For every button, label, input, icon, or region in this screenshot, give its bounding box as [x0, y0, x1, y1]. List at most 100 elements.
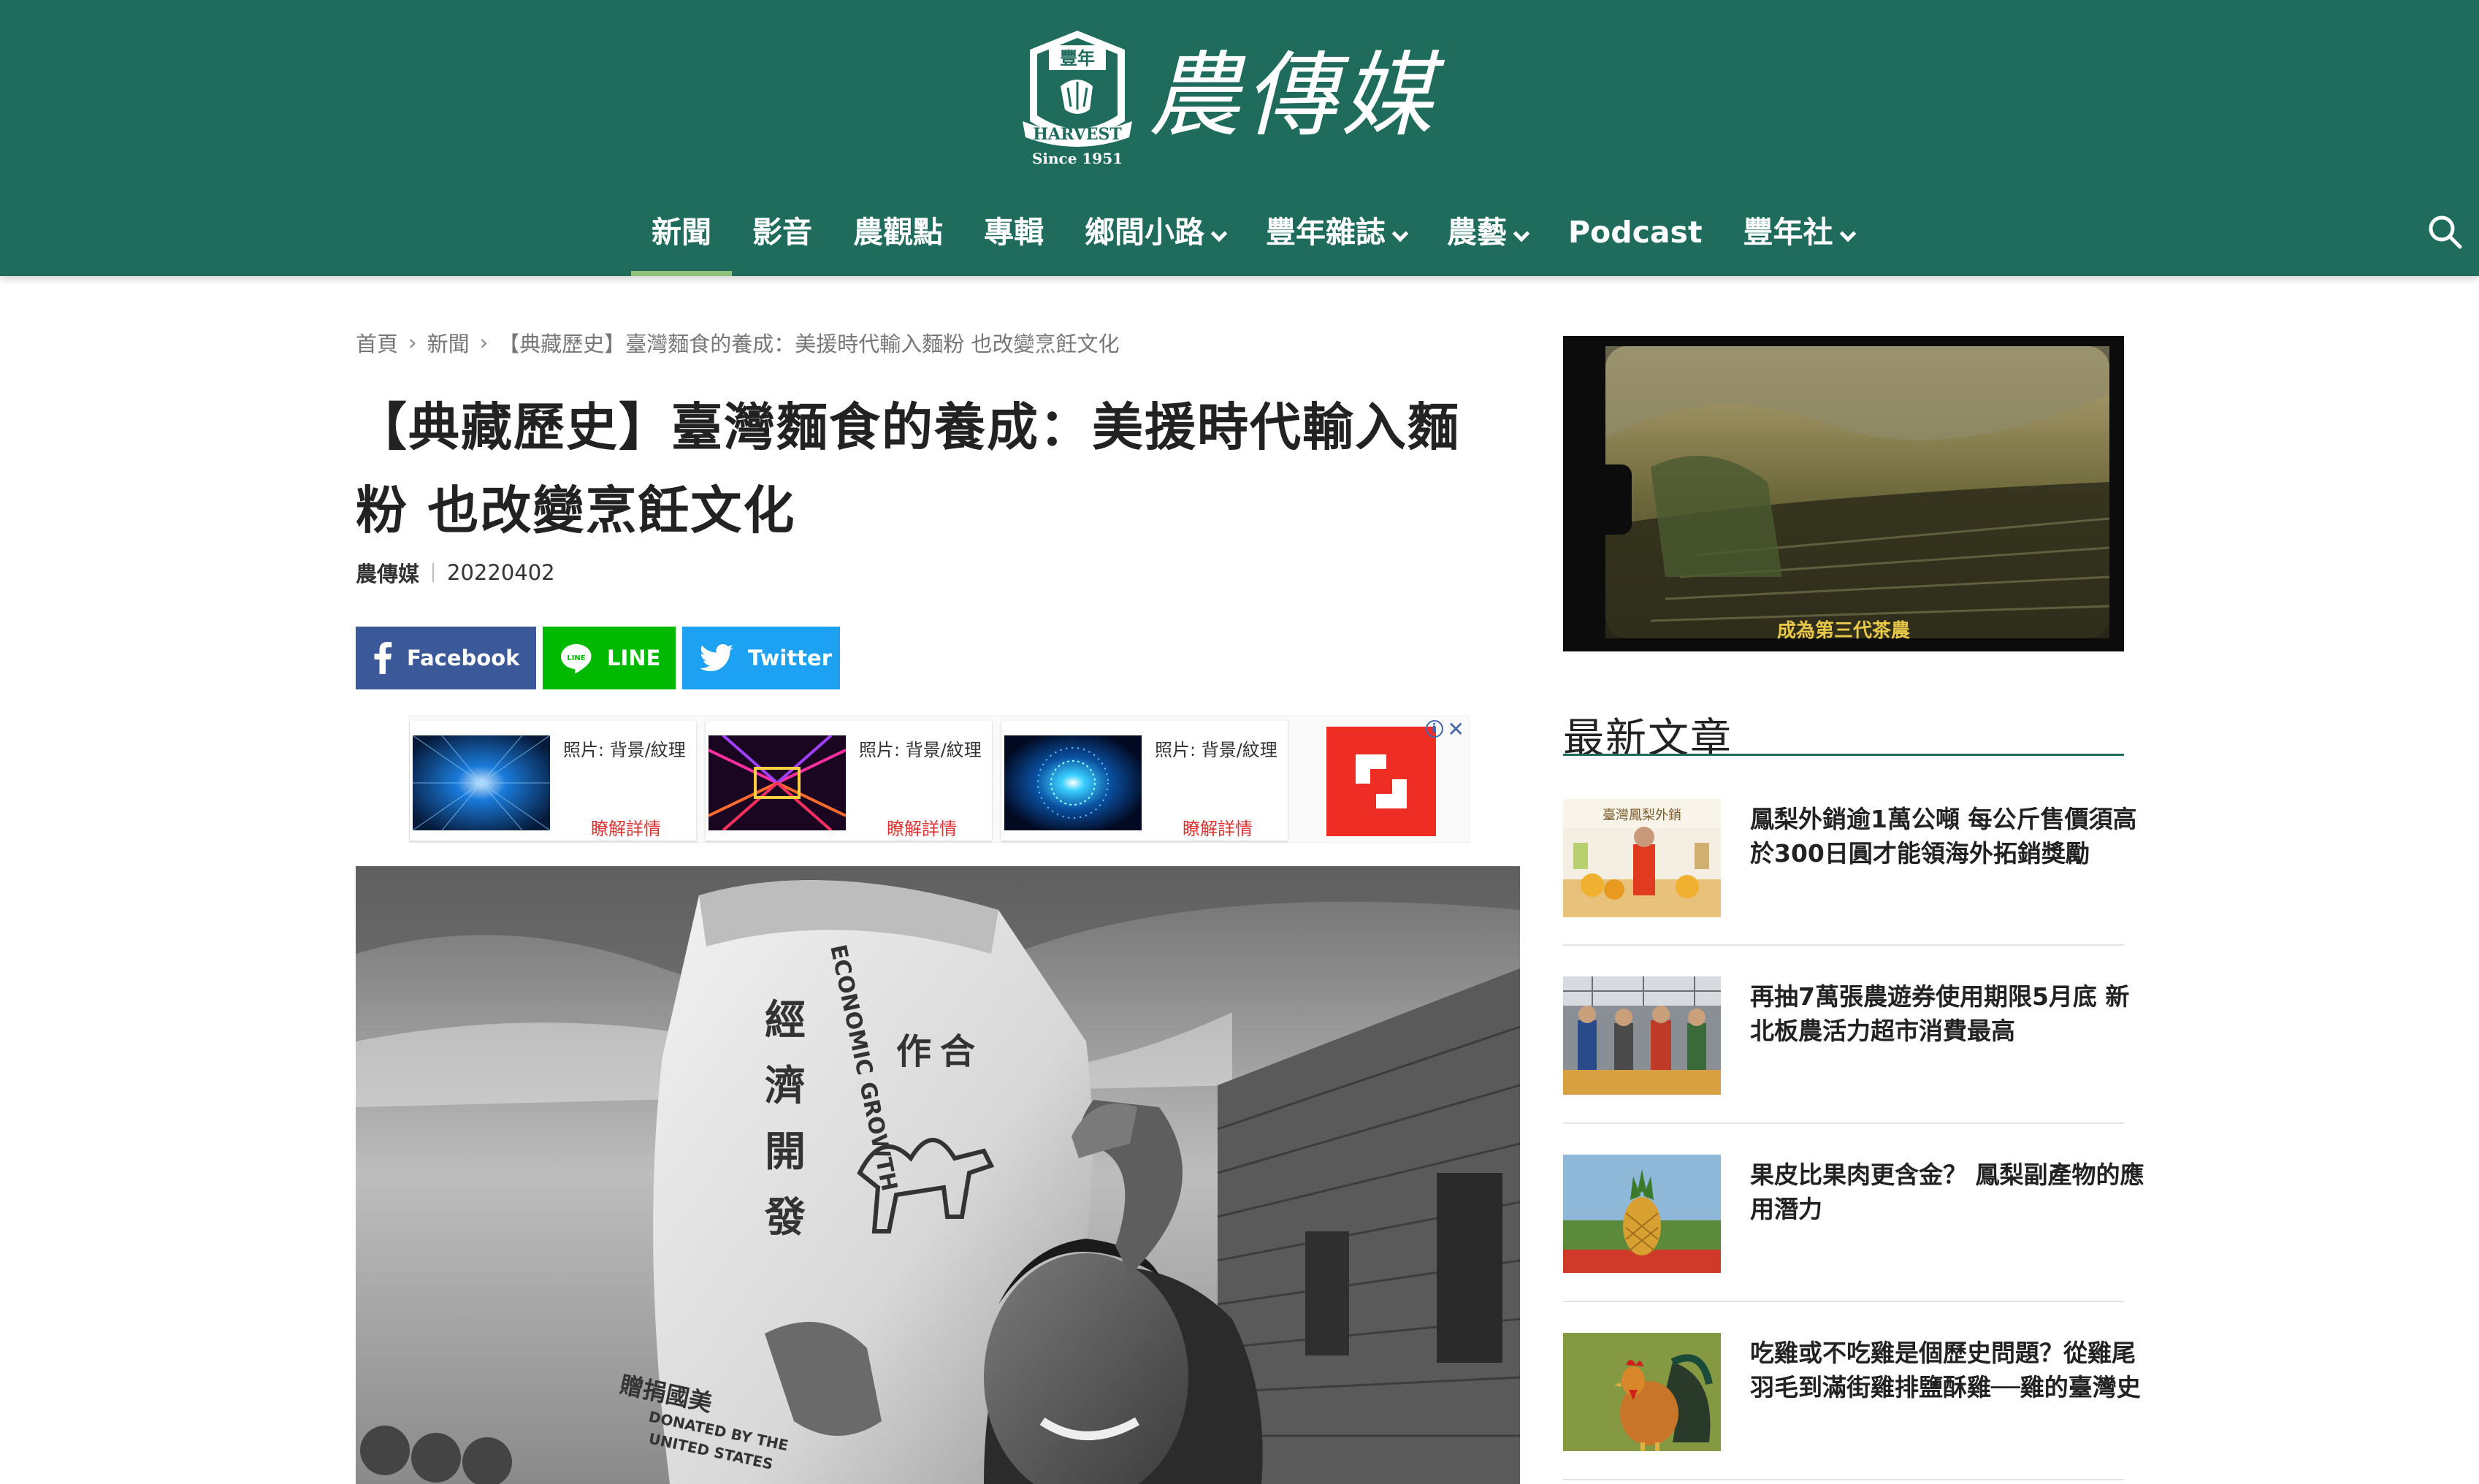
latest-article-title: 再抽7萬張農遊券使用期限5月底 新北板農活力超市消費最高	[1750, 982, 2130, 1045]
line-icon: LINE	[560, 643, 592, 673]
latest-article-thumbnail	[1563, 1333, 1721, 1451]
share-twitter-label: Twitter	[748, 646, 833, 670]
featured-video[interactable]: 成為第三代茶農	[1563, 336, 2124, 651]
ad-info-icon[interactable]: i	[1425, 720, 1443, 738]
nav-item[interactable]: 專輯	[963, 212, 1064, 276]
latest-article-thumbnail	[1563, 1155, 1721, 1273]
share-bar: Facebook LINE LINE Twitter	[356, 627, 840, 689]
nav-item-label: 農藝	[1447, 215, 1507, 250]
video-subtitle: 成為第三代茶農	[1777, 619, 1910, 642]
hero-photo: 經 濟 開 發 作 合 ECONOMIC GROWTH DONATED BY T…	[356, 866, 1520, 1484]
latest-article-thumbnail: 臺灣鳳梨外銷	[1563, 799, 1721, 917]
nav-item-label: 新聞	[652, 215, 711, 250]
breadcrumb-home[interactable]: 首頁	[356, 327, 398, 358]
thumb-banner-text: 臺灣鳳梨外銷	[1603, 808, 1681, 823]
latest-separator	[1563, 1301, 2124, 1302]
ad-learn-more-link[interactable]: 瞭解詳情	[1183, 814, 1253, 840]
article-meta: 農傳媒 20220402	[356, 557, 555, 588]
twitter-bird-icon	[700, 644, 733, 672]
shutterstock-logo[interactable]	[1326, 727, 1436, 836]
latest-article-title: 鳳梨外銷逾1萬公噸 每公斤售價須高於300日圓才能領海外拓銷獎勵	[1750, 805, 2137, 868]
breadcrumb-separator: ›	[408, 330, 417, 355]
article-hero-image: 經 濟 開 發 作 合 ECONOMIC GROWTH DONATED BY T…	[356, 866, 1520, 1484]
share-facebook-label: Facebook	[407, 646, 520, 670]
latest-heading-underline	[1563, 754, 2124, 756]
nav-item-label: 農觀點	[853, 215, 943, 250]
ad-learn-more-link[interactable]: 瞭解詳情	[887, 814, 957, 840]
nav-item-label: 影音	[752, 215, 812, 250]
bag-char: 濟	[765, 1062, 806, 1110]
ad-close-icon[interactable]: ✕	[1448, 717, 1464, 741]
video-frame: 成為第三代茶農	[1563, 336, 2124, 651]
bag-char: 經	[765, 996, 806, 1044]
share-twitter-button[interactable]: Twitter	[682, 627, 840, 689]
nav-item[interactable]: 農觀點	[833, 212, 963, 276]
nav-item-label: 鄉間小路	[1085, 215, 1204, 250]
ad-card[interactable]: 照片: 背景/紋理 瞭解詳情	[1001, 721, 1288, 841]
site-name: 農傳媒	[1148, 42, 1437, 149]
latest-separator	[1563, 1479, 2124, 1480]
main-nav: 新聞 影音 農觀點 專輯 鄉間小路 豐年雜誌 農藝 Podcast 豐年社	[631, 212, 1874, 276]
nav-item-label: 豐年雜誌	[1266, 215, 1386, 250]
bag-char: 作	[896, 1031, 931, 1072]
emblem-since-text: Since 1951	[1032, 150, 1123, 167]
meta-divider	[432, 563, 435, 582]
latest-article-item[interactable]: 臺灣鳳梨外銷 鳳梨外銷逾1萬公噸 每公斤售價須高於300日圓才能領海外拓銷獎勵	[1563, 799, 2147, 945]
site-header: 豐年 HARVEST Since 1951 農傳媒 新聞 影音 農觀點 專輯 鄉間小路 豐…	[0, 0, 2479, 276]
nav-item[interactable]: 農藝	[1426, 212, 1548, 276]
chevron-down-icon	[1391, 225, 1409, 242]
harvest-emblem-icon: 豐年 HARVEST Since 1951	[1023, 31, 1132, 167]
breadcrumb: 首頁 › 新聞 › 【典藏歷史】臺灣麵食的養成：美援時代輸入麵粉 也改變烹飪文化	[356, 327, 1119, 358]
search-icon	[2429, 215, 2462, 249]
search-button[interactable]	[2425, 212, 2466, 253]
ad-label: 照片: 背景/紋理	[1155, 740, 1277, 760]
ad-choices: i ✕	[1425, 716, 1469, 741]
ad-thumbnail	[1004, 735, 1142, 830]
nav-item-label: 專輯	[984, 215, 1044, 250]
ad-card[interactable]: 照片: 背景/紋理 瞭解詳情	[410, 721, 696, 841]
bag-char: 發	[764, 1193, 806, 1242]
ad-label: 照片: 背景/紋理	[859, 740, 982, 760]
nav-item-label: 豐年社	[1743, 215, 1833, 250]
breadcrumb-separator: ›	[479, 330, 489, 355]
nav-item-label: Podcast	[1568, 215, 1703, 250]
latest-article-item[interactable]: 吃雞或不吃雞是個歷史問題？從雞尾羽毛到滿街雞排鹽酥雞──雞的臺灣史	[1563, 1333, 2147, 1479]
nav-item[interactable]: 影音	[732, 212, 833, 276]
svg-text:LINE: LINE	[567, 654, 585, 662]
article-date: 20220402	[447, 560, 555, 585]
article-title: 【典藏歷史】臺灣麵食的養成：美援時代輸入麵粉 也改變烹飪文化	[356, 397, 1460, 540]
emblem-top-text: 豐年	[1060, 47, 1095, 69]
bag-char: 合	[940, 1031, 975, 1072]
article-author[interactable]: 農傳媒	[356, 557, 419, 588]
nav-item[interactable]: 豐年雜誌	[1245, 212, 1426, 276]
nav-item[interactable]: 豐年社	[1723, 212, 1874, 276]
ad-label: 照片: 背景/紋理	[563, 740, 686, 760]
nav-item[interactable]: Podcast	[1548, 212, 1723, 276]
latest-article-item[interactable]: 再抽7萬張農遊券使用期限5月底 新北板農活力超市消費最高	[1563, 976, 2147, 1122]
chevron-down-icon	[1210, 225, 1228, 242]
latest-article-item[interactable]: 果皮比果肉更含金？ 鳳梨副產物的應用潛力	[1563, 1155, 2147, 1301]
breadcrumb-current: 【典藏歷史】臺灣麵食的養成：美援時代輸入麵粉 也改變烹飪文化	[498, 332, 1120, 356]
ad-thumbnail	[413, 735, 550, 830]
ad-learn-more-link[interactable]: 瞭解詳情	[591, 814, 661, 840]
latest-article-title: 吃雞或不吃雞是個歷史問題？從雞尾羽毛到滿街雞排鹽酥雞──雞的臺灣史	[1750, 1339, 2141, 1401]
ad-card[interactable]: 照片: 背景/紋理 瞭解詳情	[706, 721, 992, 841]
latest-article-thumbnail	[1563, 976, 1721, 1095]
latest-separator	[1563, 944, 2124, 946]
share-facebook-button[interactable]: Facebook	[356, 627, 536, 689]
site-logo[interactable]: 豐年 HARVEST Since 1951 農傳媒	[1020, 28, 1458, 167]
latest-article-title: 果皮比果肉更含金？ 鳳梨副產物的應用潛力	[1750, 1160, 2144, 1223]
chevron-down-icon	[1513, 225, 1530, 242]
bag-char: 開	[765, 1128, 806, 1176]
facebook-icon	[373, 642, 392, 674]
emblem-band-text: HARVEST	[1033, 125, 1122, 144]
nav-item[interactable]: 鄉間小路	[1064, 212, 1245, 276]
share-line-button[interactable]: LINE LINE	[543, 627, 676, 689]
latest-separator	[1563, 1122, 2124, 1124]
ad-thumbnail	[708, 735, 846, 830]
nav-item[interactable]: 新聞	[631, 212, 732, 276]
chevron-down-icon	[1839, 225, 1856, 242]
ad-banner: 照片: 背景/紋理 瞭解詳情 照片: 背景/紋理 瞭解詳情 照片: 背景/紋理 …	[409, 716, 1470, 843]
share-line-label: LINE	[607, 646, 661, 670]
breadcrumb-section[interactable]: 新聞	[427, 327, 470, 358]
